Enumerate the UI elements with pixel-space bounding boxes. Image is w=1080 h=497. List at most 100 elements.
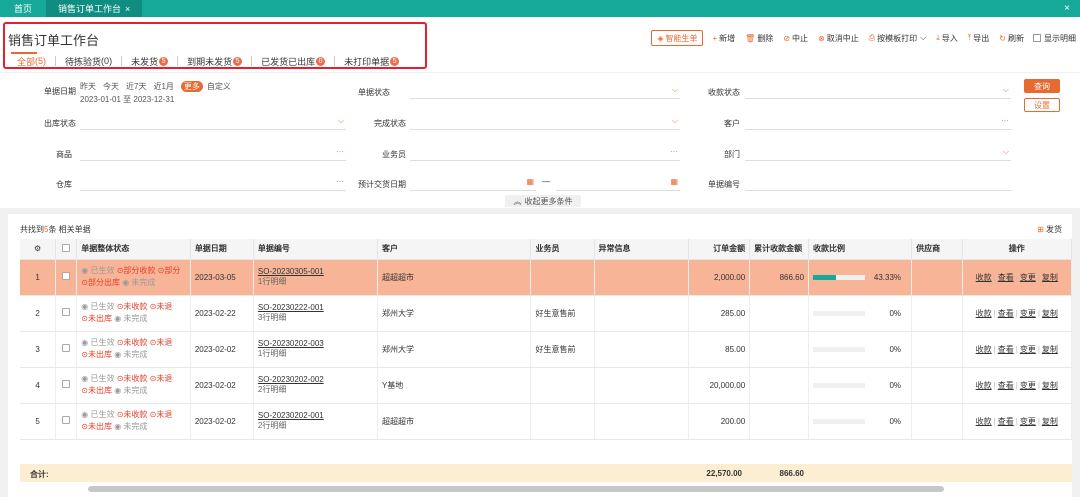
export-button[interactable]: ⤒ 导出 xyxy=(963,30,995,46)
row-customer: 郑州大学 xyxy=(377,331,532,368)
date-yesterday[interactable]: 昨天 xyxy=(80,81,96,92)
print-template-button[interactable]: ⎙ 按模板打印 ⌵ xyxy=(864,30,931,46)
op-change-link[interactable]: 变更 xyxy=(1020,381,1036,390)
row-ratio: 0% xyxy=(808,295,913,332)
date-1month[interactable]: 近1月 xyxy=(153,81,173,92)
table-row[interactable]: 1 ◉ 已生效 ⊙部分收款 ⊙部分 ⊙部分出库 ◉ 未完成 2023-03-05 SO-… xyxy=(20,259,1073,296)
row-checkbox[interactable] xyxy=(55,259,78,296)
smart-create-button[interactable]: ◈ 智能生单 xyxy=(651,30,704,46)
date-today[interactable]: 今天 xyxy=(103,81,119,92)
checkbox[interactable] xyxy=(62,272,71,280)
checkbox[interactable] xyxy=(62,380,71,388)
tab-sales-order-workbench[interactable]: 销售订单工作台 × xyxy=(46,0,143,17)
checkbox[interactable] xyxy=(62,308,71,316)
op-collect-link[interactable]: 收款 xyxy=(976,273,992,282)
warehouse-input[interactable]: ··· xyxy=(80,177,346,191)
doc-no-link[interactable]: SO-20230305-001 xyxy=(258,267,324,276)
date-range-value[interactable]: 2023-01-01 至 2023-12-31 xyxy=(80,94,174,105)
query-button[interactable]: 查询 xyxy=(1024,79,1060,93)
op-view-link[interactable]: 查看 xyxy=(998,345,1014,354)
import-icon: ⤓ xyxy=(936,33,940,42)
checkbox-box[interactable] xyxy=(1033,34,1041,42)
op-copy-link[interactable]: 复制 xyxy=(1042,345,1058,354)
status-text: 未收款 xyxy=(123,374,148,383)
row-checkbox[interactable] xyxy=(55,295,78,332)
collapse-conditions-button[interactable]: ︽ 收起更多条件 xyxy=(505,195,581,207)
expected-date-end[interactable]: ▦ xyxy=(556,177,680,191)
delete-button[interactable]: 🗑 删除 xyxy=(740,30,778,46)
op-copy-link[interactable]: 复制 xyxy=(1042,417,1058,426)
stop-button[interactable]: ⊘ 中止 xyxy=(778,30,813,46)
doc-status-select[interactable]: ⌵ xyxy=(410,85,680,99)
more-icon[interactable]: ··· xyxy=(1001,116,1009,125)
import-button[interactable]: ⤓ 导入 xyxy=(931,30,963,46)
op-collect-link[interactable]: 收款 xyxy=(976,309,992,318)
op-change-link[interactable]: 变更 xyxy=(1020,417,1036,426)
settings-button[interactable]: 设置 xyxy=(1024,98,1060,112)
status-line: ◉ 已生效 ⊙未收款 ⊙未退 xyxy=(81,409,186,421)
op-view-link[interactable]: 查看 xyxy=(998,381,1014,390)
table-row[interactable]: 5 ◉ 已生效 ⊙未收款 ⊙未退 ⊙未出库 ◉ 未完成 2023-02-02 SO-20… xyxy=(20,403,1073,440)
op-collect-link[interactable]: 收款 xyxy=(976,417,992,426)
more-icon[interactable]: ··· xyxy=(336,147,344,156)
checkbox[interactable] xyxy=(62,243,71,252)
op-change-link[interactable]: 变更 xyxy=(1020,309,1036,318)
checkbox[interactable] xyxy=(62,416,71,424)
salesman-input[interactable]: ··· xyxy=(410,147,680,161)
op-change-link[interactable]: 变更 xyxy=(1020,273,1036,282)
checkbox[interactable] xyxy=(62,344,71,352)
warehouse-label: 仓库 xyxy=(56,180,72,189)
plus-icon: + xyxy=(712,33,718,43)
complete-status-select[interactable]: ⌵ xyxy=(410,116,680,130)
op-change-link[interactable]: 变更 xyxy=(1020,345,1036,354)
op-copy-link[interactable]: 复制 xyxy=(1042,309,1058,318)
doc-no-link[interactable]: SO-20230202-001 xyxy=(258,411,324,420)
ship-button[interactable]: ⊞ 发货 xyxy=(1037,224,1062,235)
dept-select[interactable]: ⌵ xyxy=(745,147,1011,161)
totals-amount: 22,570.00 xyxy=(706,469,742,478)
date-more[interactable]: 更多 xyxy=(180,81,203,92)
op-copy-link[interactable]: 复制 xyxy=(1042,381,1058,390)
row-date: 2023-03-05 xyxy=(190,259,254,296)
horizontal-scrollbar[interactable] xyxy=(88,486,944,492)
doc-no-link[interactable]: SO-20230202-002 xyxy=(258,375,324,384)
more-icon[interactable]: ··· xyxy=(670,147,678,156)
customer-input[interactable]: ··· xyxy=(745,116,1011,130)
expected-date-start[interactable]: ▦ xyxy=(410,177,536,191)
doc-no-link[interactable]: SO-20230202-003 xyxy=(258,339,324,348)
tab-home[interactable]: 首页 xyxy=(0,0,46,17)
op-collect-link[interactable]: 收款 xyxy=(976,345,992,354)
row-date: 2023-02-02 xyxy=(190,403,254,440)
cancel-stop-button[interactable]: ⊗ 取消中止 xyxy=(813,30,864,46)
collect-status-select[interactable]: ⌵ xyxy=(745,85,1011,99)
close-icon[interactable]: × xyxy=(125,4,130,14)
calendar-icon[interactable]: ▦ xyxy=(526,177,534,186)
date-custom[interactable]: 自定义 xyxy=(207,81,231,92)
row-checkbox[interactable] xyxy=(55,403,78,440)
date-7days[interactable]: 近7天 xyxy=(126,81,146,92)
table-row[interactable]: 3 ◉ 已生效 ⊙未收款 ⊙未退 ⊙未出库 ◉ 未完成 2023-02-02 SO-20… xyxy=(20,331,1073,368)
status-text: 未收款 xyxy=(123,302,148,311)
row-checkbox[interactable] xyxy=(55,367,78,404)
op-view-link[interactable]: 查看 xyxy=(998,309,1014,318)
date-quick-select: 昨天 今天 近7天 近1月 更多 自定义 xyxy=(80,81,238,92)
more-icon[interactable]: ··· xyxy=(336,177,344,186)
select-all-checkbox[interactable] xyxy=(55,239,78,260)
op-collect-link[interactable]: 收款 xyxy=(976,381,992,390)
op-view-link[interactable]: 查看 xyxy=(998,273,1014,282)
show-details-checkbox[interactable]: 显示明细 xyxy=(1029,33,1080,44)
window-close-icon[interactable]: × xyxy=(1054,0,1080,17)
op-view-link[interactable]: 查看 xyxy=(998,417,1014,426)
add-button[interactable]: + 新增 xyxy=(707,30,740,46)
table-row[interactable]: 2 ◉ 已生效 ⊙未收款 ⊙未退 ⊙未出库 ◉ 未完成 2023-02-22 SO-20… xyxy=(20,295,1073,332)
goods-input[interactable]: ··· xyxy=(80,147,346,161)
table-row[interactable]: 4 ◉ 已生效 ⊙未收款 ⊙未退 ⊙未出库 ◉ 未完成 2023-02-02 SO-20… xyxy=(20,367,1073,404)
doc-no-link[interactable]: SO-20230222-001 xyxy=(258,303,324,312)
doc-no-input[interactable] xyxy=(745,177,1011,191)
row-checkbox[interactable] xyxy=(55,331,78,368)
calendar-icon[interactable]: ▦ xyxy=(670,177,678,186)
outbound-status-select[interactable]: ⌵ xyxy=(80,116,346,130)
refresh-button[interactable]: ↻ 刷新 xyxy=(994,30,1029,46)
column-settings-icon[interactable]: ⚙ xyxy=(20,239,57,260)
op-copy-link[interactable]: 复制 xyxy=(1042,273,1058,282)
